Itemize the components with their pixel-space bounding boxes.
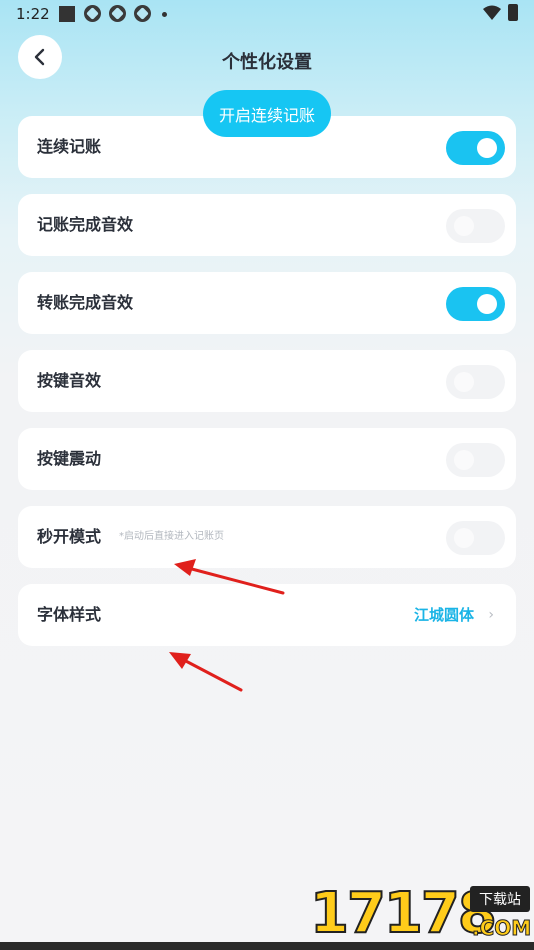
toggle-key-sound[interactable] <box>446 365 505 399</box>
tooltip-continuous-bookkeeping: 开启连续记账 <box>203 90 331 137</box>
setting-row-font-style[interactable]: 字体样式 江城圆体 › <box>18 584 516 646</box>
setting-label: 按键震动 <box>37 449 102 468</box>
toggle-knob <box>454 450 474 470</box>
setting-row-instant-open: 秒开模式 *启动后直接进入记账页 <box>18 506 516 568</box>
app-notification-icon <box>134 5 151 22</box>
setting-row-transfer-sound: 转账完成音效 <box>18 272 516 334</box>
page-title: 个性化设置 <box>222 52 312 73</box>
font-style-value: 江城圆体 <box>413 606 474 624</box>
toggle-knob <box>454 216 474 236</box>
app-notification-icon <box>109 5 126 22</box>
chevron-right-icon: › <box>488 607 494 623</box>
watermark-com: .COM <box>471 916 532 941</box>
toggle-knob <box>477 294 497 314</box>
more-notifications-dot-icon <box>162 12 167 17</box>
toggle-knob <box>454 372 474 392</box>
battery-icon <box>508 4 518 21</box>
watermark-tag: 下载站 <box>470 886 530 912</box>
annotation-arrow <box>169 652 243 692</box>
toggle-knob <box>454 528 474 548</box>
wifi-icon <box>483 5 501 20</box>
toggle-instant-open[interactable] <box>446 521 505 555</box>
setting-row-key-sound: 按键音效 <box>18 350 516 412</box>
toggle-key-vibration[interactable] <box>446 443 505 477</box>
setting-row-key-vibration: 按键震动 <box>18 428 516 490</box>
toggle-bookkeeping-sound[interactable] <box>446 209 505 243</box>
navigation-bar <box>0 942 534 950</box>
setting-label: 秒开模式 <box>37 527 102 546</box>
setting-label: 字体样式 <box>37 605 102 624</box>
setting-label: 转账完成音效 <box>37 293 134 312</box>
setting-label: 连续记账 <box>37 137 102 156</box>
app-notification-icon <box>84 5 101 22</box>
toggle-continuous-bookkeeping[interactable] <box>446 131 505 165</box>
toggle-transfer-sound[interactable] <box>446 287 505 321</box>
notification-square-icon <box>59 6 75 22</box>
setting-note: *启动后直接进入记账页 <box>119 531 224 542</box>
watermark-logo: 17178 下载站 .COM <box>309 880 534 950</box>
setting-label: 记账完成音效 <box>37 215 134 234</box>
setting-row-bookkeeping-sound: 记账完成音效 <box>18 194 516 256</box>
status-time: 1:22 <box>16 5 50 23</box>
toggle-knob <box>477 138 497 158</box>
setting-label: 按键音效 <box>37 371 102 390</box>
watermark-digits: 17178 <box>309 881 498 947</box>
status-bar: 1:22 <box>0 0 534 30</box>
